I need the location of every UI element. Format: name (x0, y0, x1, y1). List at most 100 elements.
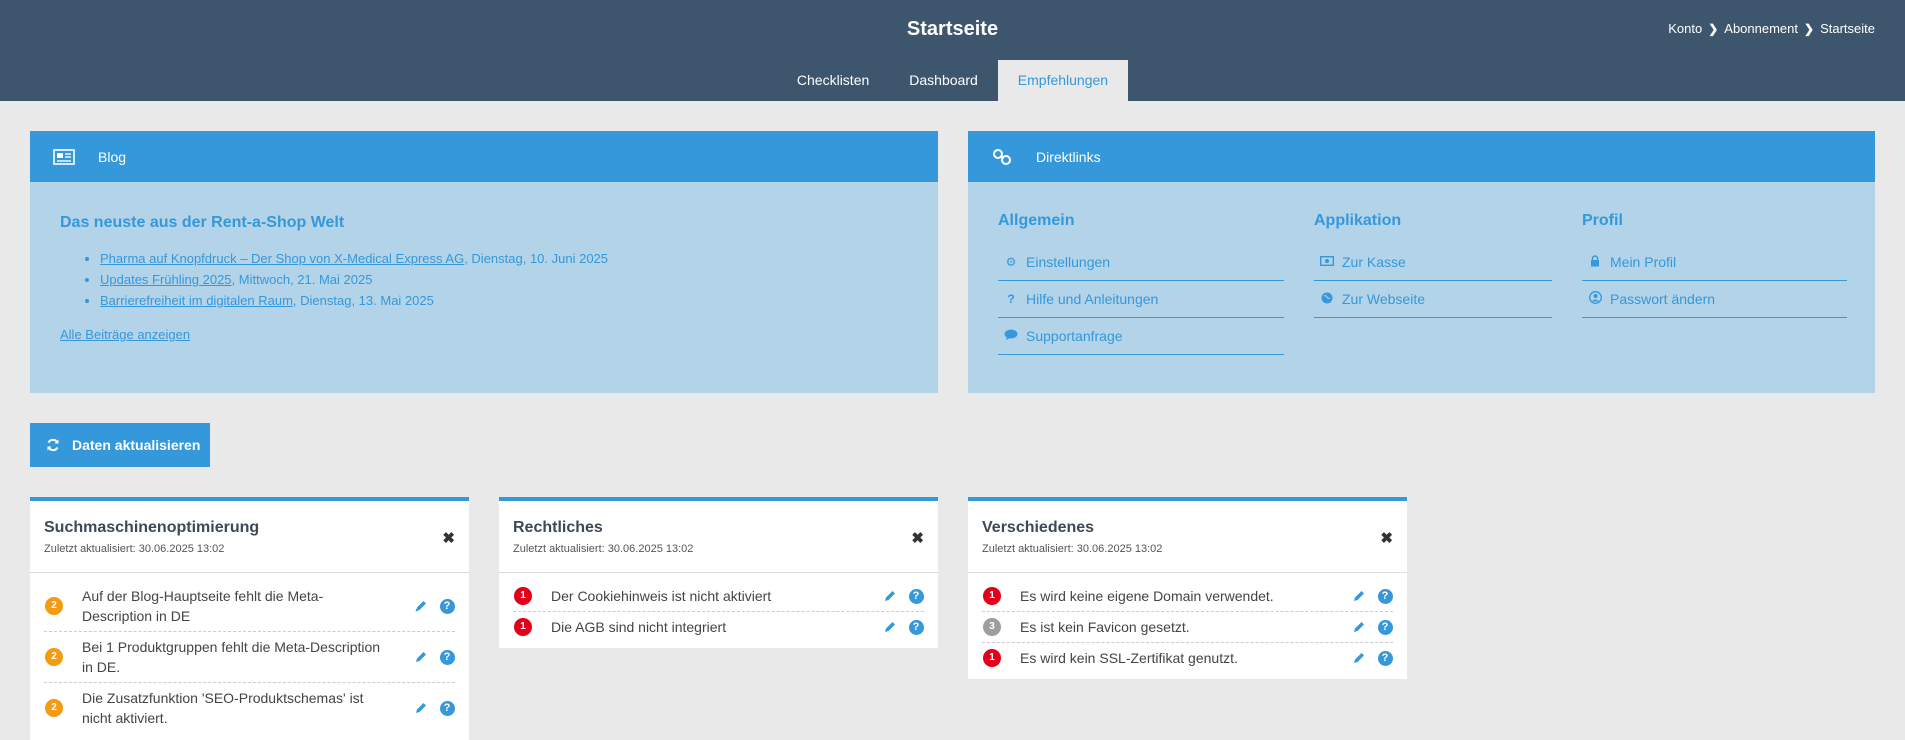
direktlinks-column-allgemein: Allgemein ⚙ Einstellungen ? Hilfe und Anle… (998, 212, 1284, 355)
help-icon[interactable]: ? (908, 619, 924, 635)
status-badge: 2 (45, 597, 63, 615)
breadcrumb-startseite: Startseite (1820, 21, 1875, 36)
help-icon[interactable]: ? (1377, 650, 1393, 666)
item-text: Der Cookiehinweis ist nicht aktiviert (551, 588, 772, 604)
pencil-icon[interactable] (1351, 650, 1367, 666)
blog-post-date: , Dienstag, 13. Mai 2025 (292, 293, 434, 308)
blog-panel-header: Blog (30, 131, 938, 182)
page-title: Startseite (906, 18, 999, 40)
blog-post-date: , Mittwoch, 21. Mai 2025 (231, 272, 373, 287)
status-badge: 2 (45, 648, 63, 666)
globe-icon (1318, 292, 1336, 307)
blog-post-link[interactable]: Pharma auf Knopfdruck – Der Shop von X-M… (100, 251, 464, 266)
refresh-button-label: Daten aktualisieren (72, 437, 201, 453)
chat-bubble-icon (1002, 329, 1020, 344)
column-heading: Applikation (1314, 212, 1402, 229)
chevron-right-icon: ❯ (1804, 21, 1815, 36)
list-item: Barrierefreiheit im digitalen Raum, Dien… (100, 290, 908, 311)
link-label: Mein Profil (1610, 254, 1677, 270)
blog-post-link[interactable]: Updates Frühling 2025 (100, 272, 232, 287)
breadcrumb-abonnement[interactable]: Abonnement (1724, 21, 1798, 36)
help-icon[interactable]: ? (439, 598, 455, 614)
pencil-icon[interactable] (1351, 619, 1367, 635)
list-item: 2 Die Zusatzfunktion 'SEO-Produktschemas… (44, 683, 455, 733)
gear-icon: ⚙ (1005, 255, 1017, 269)
card-updated: Zuletzt aktualisiert: 30.06.2025 13:02 (982, 543, 1163, 555)
item-text: Die AGB sind nicht integriert (551, 619, 727, 635)
status-badge: 1 (514, 587, 532, 605)
blog-panel-title: Blog (98, 148, 127, 165)
card-title: Rechtliches (513, 519, 603, 536)
direktlinks-panel-header: Direktlinks (968, 131, 1875, 182)
money-icon (1318, 255, 1336, 269)
status-badge: 1 (983, 649, 1001, 667)
question-icon: ? (1007, 292, 1015, 306)
link-supportanfrage[interactable]: Supportanfrage (998, 318, 1284, 355)
status-badge: 2 (45, 699, 63, 717)
link-zur-webseite[interactable]: Zur Webseite (1314, 281, 1552, 318)
close-icon[interactable]: ✖ (442, 529, 455, 547)
user-circle-icon (1586, 291, 1604, 307)
card-seo: Suchmaschinenoptimierung Zuletzt aktuali… (30, 497, 469, 740)
card-verschiedenes: Verschiedenes Zuletzt aktualisiert: 30.0… (968, 497, 1407, 679)
refresh-data-button[interactable]: Daten aktualisieren (30, 423, 210, 467)
list-item: 2 Auf der Blog-Hauptseite fehlt die Meta… (44, 581, 455, 632)
tab-empfehlungen[interactable]: Empfehlungen (997, 60, 1129, 101)
blog-heading: Das neuste aus der Rent-a-Shop Welt (60, 214, 345, 231)
list-item: 1 Die AGB sind nicht integriert ? (513, 612, 924, 642)
pencil-icon[interactable] (413, 598, 429, 614)
pencil-icon[interactable] (413, 700, 429, 716)
list-item: 2 Bei 1 Produktgruppen fehlt die Meta-De… (44, 632, 455, 683)
refresh-icon (47, 438, 59, 452)
tab-checklisten[interactable]: Checklisten (777, 60, 889, 101)
link-label: Supportanfrage (1026, 328, 1123, 344)
list-item: 1 Es wird kein SSL-Zertifikat genutzt. ? (982, 643, 1393, 673)
item-text: Die Zusatzfunktion 'SEO-Produktschemas' … (82, 690, 364, 726)
card-title: Verschiedenes (982, 519, 1095, 536)
pencil-icon[interactable] (1351, 588, 1367, 604)
help-icon[interactable]: ? (439, 700, 455, 716)
breadcrumb-konto[interactable]: Konto (1668, 21, 1702, 36)
pencil-icon[interactable] (413, 649, 429, 665)
list-item: 1 Es wird keine eigene Domain verwendet.… (982, 581, 1393, 612)
item-text: Auf der Blog-Hauptseite fehlt die Meta-D… (82, 588, 324, 624)
link-einstellungen[interactable]: ⚙ Einstellungen (998, 244, 1284, 281)
help-icon[interactable]: ? (1377, 619, 1393, 635)
link-label: Zur Webseite (1342, 291, 1425, 307)
chevron-right-icon: ❯ (1708, 21, 1719, 36)
card-updated: Zuletzt aktualisiert: 30.06.2025 13:02 (513, 543, 694, 555)
blog-post-link[interactable]: Barrierefreiheit im digitalen Raum (100, 293, 293, 308)
link-label: Einstellungen (1026, 254, 1111, 270)
lock-icon (1586, 254, 1604, 270)
list-item: Updates Frühling 2025, Mittwoch, 21. Mai… (100, 269, 908, 290)
help-icon[interactable]: ? (908, 588, 924, 604)
close-icon[interactable]: ✖ (1380, 529, 1393, 547)
item-text: Es wird kein SSL-Zertifikat genutzt. (1020, 650, 1238, 666)
link-icon (993, 148, 1011, 165)
pencil-icon[interactable] (882, 588, 898, 604)
column-heading: Allgemein (998, 212, 1075, 229)
tab-dashboard[interactable]: Dashboard (889, 60, 998, 101)
column-heading: Profil (1582, 212, 1623, 229)
status-badge: 3 (983, 618, 1001, 636)
item-text: Es ist kein Favicon gesetzt. (1020, 619, 1190, 635)
help-icon[interactable]: ? (1377, 588, 1393, 604)
blog-panel: Blog Das neuste aus der Rent-a-Shop Welt… (30, 131, 938, 393)
tab-bar: Checklisten Dashboard Empfehlungen (0, 60, 1905, 101)
link-label: Hilfe und Anleitungen (1026, 291, 1159, 307)
link-passwort-aendern[interactable]: Passwort ändern (1582, 281, 1847, 318)
card-title: Suchmaschinenoptimierung (44, 519, 260, 536)
newspaper-icon (53, 148, 75, 165)
direktlinks-column-profil: Profil Mein Profil Passwort ändern (1582, 212, 1847, 318)
close-icon[interactable]: ✖ (911, 529, 924, 547)
list-item: Pharma auf Knopfdruck – Der Shop von X-M… (100, 248, 908, 269)
help-icon[interactable]: ? (439, 649, 455, 665)
blog-post-list: Pharma auf Knopfdruck – Der Shop von X-M… (60, 248, 908, 311)
pencil-icon[interactable] (882, 619, 898, 635)
all-posts-link[interactable]: Alle Beiträge anzeigen (60, 327, 190, 342)
link-hilfe[interactable]: ? Hilfe und Anleitungen (998, 281, 1284, 318)
card-rechtliches: Rechtliches Zuletzt aktualisiert: 30.06.… (499, 497, 938, 648)
status-badge: 1 (514, 618, 532, 636)
link-zur-kasse[interactable]: Zur Kasse (1314, 244, 1552, 281)
link-mein-profil[interactable]: Mein Profil (1582, 244, 1847, 281)
